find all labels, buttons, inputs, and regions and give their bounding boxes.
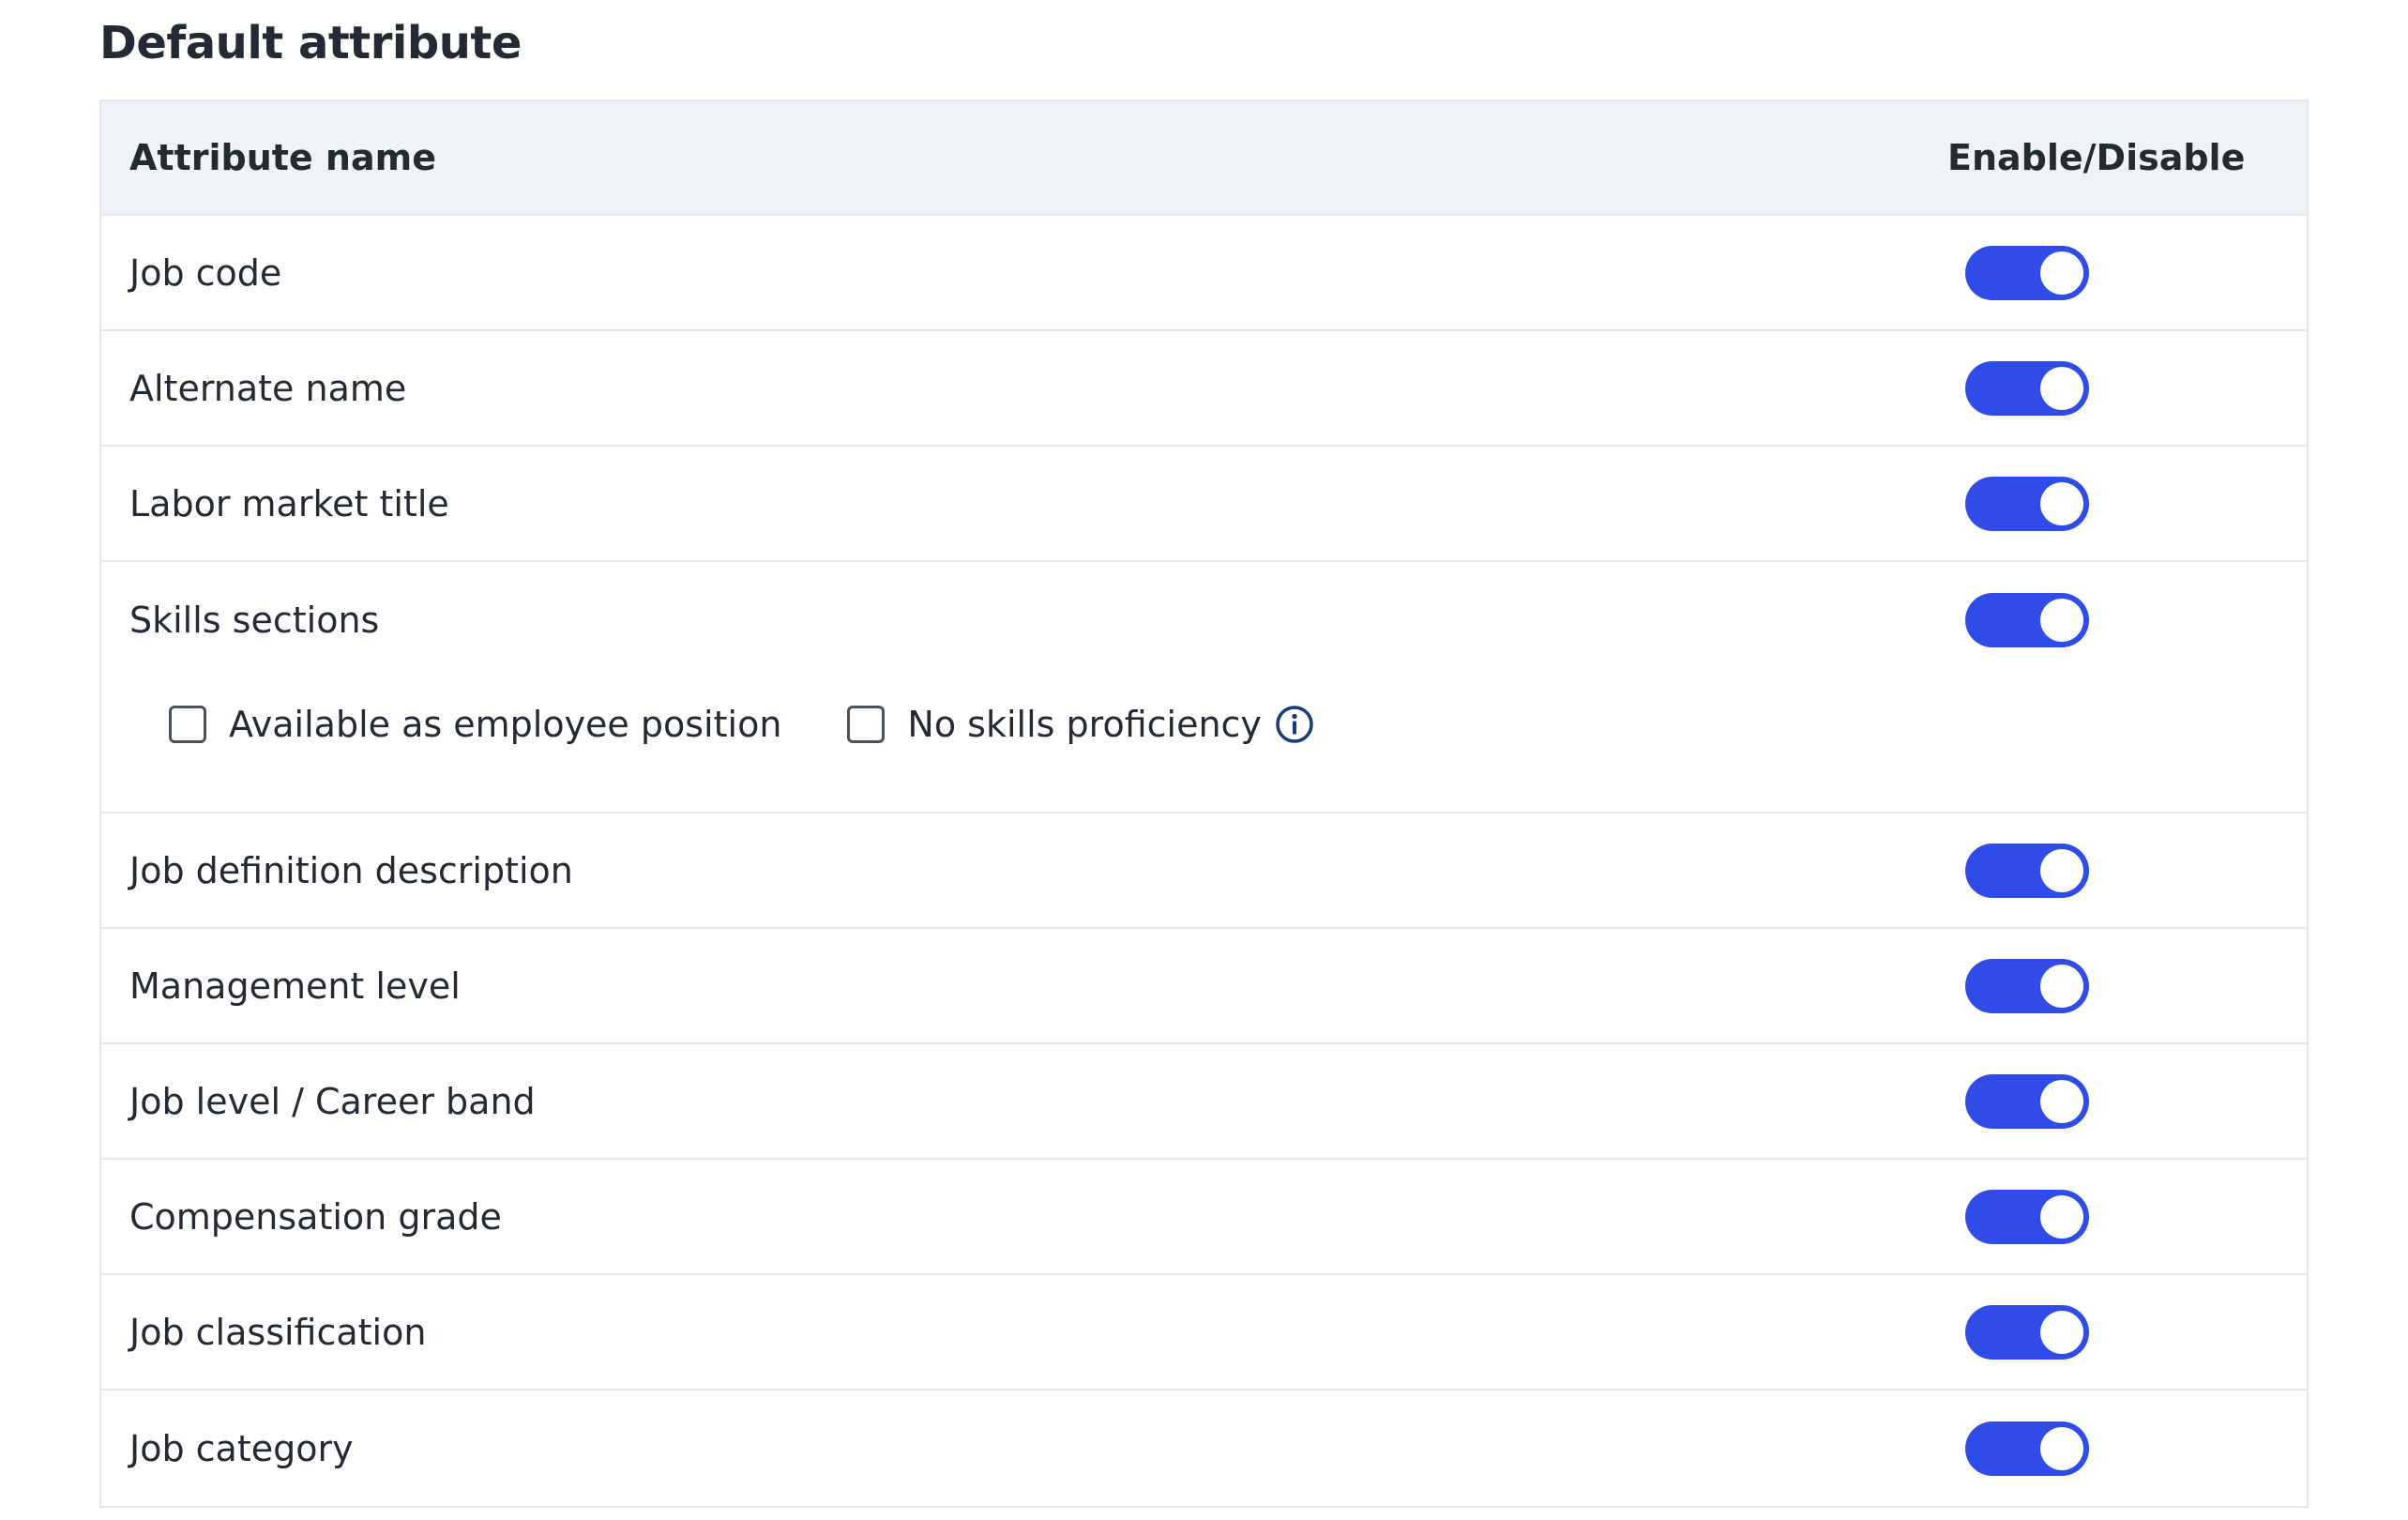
table-row-labor-market-title: Labor market title: [101, 447, 2307, 562]
compensation-grade-toggle[interactable]: [1965, 1189, 2089, 1244]
job-classification-toggle[interactable]: [1965, 1304, 2089, 1360]
table-row-alternate-name: Alternate name: [101, 331, 2307, 447]
labor-market-title-toggle[interactable]: [1965, 476, 2089, 531]
job-category-toggle[interactable]: [1965, 1421, 2089, 1476]
toggle-knob: [2040, 964, 2083, 1008]
table-row-job-code: Job code: [101, 216, 2307, 331]
header-attribute-name: Attribute name: [129, 137, 436, 178]
no-skills-proficiency-option[interactable]: No skills proficiency: [847, 704, 1314, 745]
toggle-knob: [2040, 848, 2083, 892]
header-enable-disable: Enable/Disable: [1947, 137, 2246, 178]
skills-sections-toggle[interactable]: [1965, 592, 2089, 647]
row-label: Alternate name: [129, 367, 407, 409]
row-label: Job category: [129, 1427, 354, 1469]
table-row-job-definition-description: Job definition description: [101, 813, 2307, 929]
toggle-knob: [2040, 1426, 2083, 1470]
skills-options: Available as employee position No skills…: [101, 677, 2307, 771]
available-as-employee-position-option[interactable]: Available as employee position: [169, 704, 781, 745]
alternate-name-toggle[interactable]: [1965, 360, 2089, 416]
table-row-job-category: Job category: [101, 1391, 2307, 1506]
option-label: Available as employee position: [229, 704, 782, 745]
toggle-knob: [2040, 598, 2083, 642]
page-title: Default attribute: [99, 17, 522, 69]
row-label: Compensation grade: [129, 1195, 502, 1238]
attributes-table: Attribute name Enable/Disable Job code A…: [99, 99, 2309, 1508]
info-icon[interactable]: [1275, 705, 1314, 744]
toggle-knob: [2040, 481, 2083, 525]
row-label: Job level / Career band: [129, 1080, 536, 1122]
toggle-knob: [2040, 366, 2083, 410]
available-as-employee-position-checkbox[interactable]: [169, 706, 206, 743]
page: Default attribute Attribute name Enable/…: [0, 0, 2408, 1520]
toggle-knob: [2040, 1194, 2083, 1239]
row-label: Job definition description: [129, 849, 573, 891]
row-label: Labor market title: [129, 482, 449, 524]
row-label: Skills sections: [129, 599, 380, 641]
job-definition-description-toggle[interactable]: [1965, 843, 2089, 898]
job-level-career-band-toggle[interactable]: [1965, 1073, 2089, 1129]
table-row-compensation-grade: Compensation grade: [101, 1160, 2307, 1275]
no-skills-proficiency-checkbox[interactable]: [847, 706, 886, 743]
table-row-skills-sections: Skills sections Available as employee po…: [101, 562, 2307, 813]
table-header: Attribute name Enable/Disable: [101, 101, 2307, 216]
row-label: Job classification: [129, 1311, 427, 1353]
table-row-job-classification: Job classification: [101, 1275, 2307, 1391]
table-row-job-level-career-band: Job level / Career band: [101, 1044, 2307, 1160]
job-code-toggle[interactable]: [1965, 245, 2089, 300]
row-label: Job code: [129, 251, 282, 294]
row-label: Management level: [129, 965, 461, 1007]
table-row-management-level: Management level: [101, 929, 2307, 1044]
option-label: No skills proficiency: [907, 704, 1262, 745]
toggle-knob: [2040, 1079, 2083, 1123]
toggle-knob: [2040, 251, 2083, 295]
toggle-knob: [2040, 1310, 2083, 1354]
management-level-toggle[interactable]: [1965, 958, 2089, 1013]
